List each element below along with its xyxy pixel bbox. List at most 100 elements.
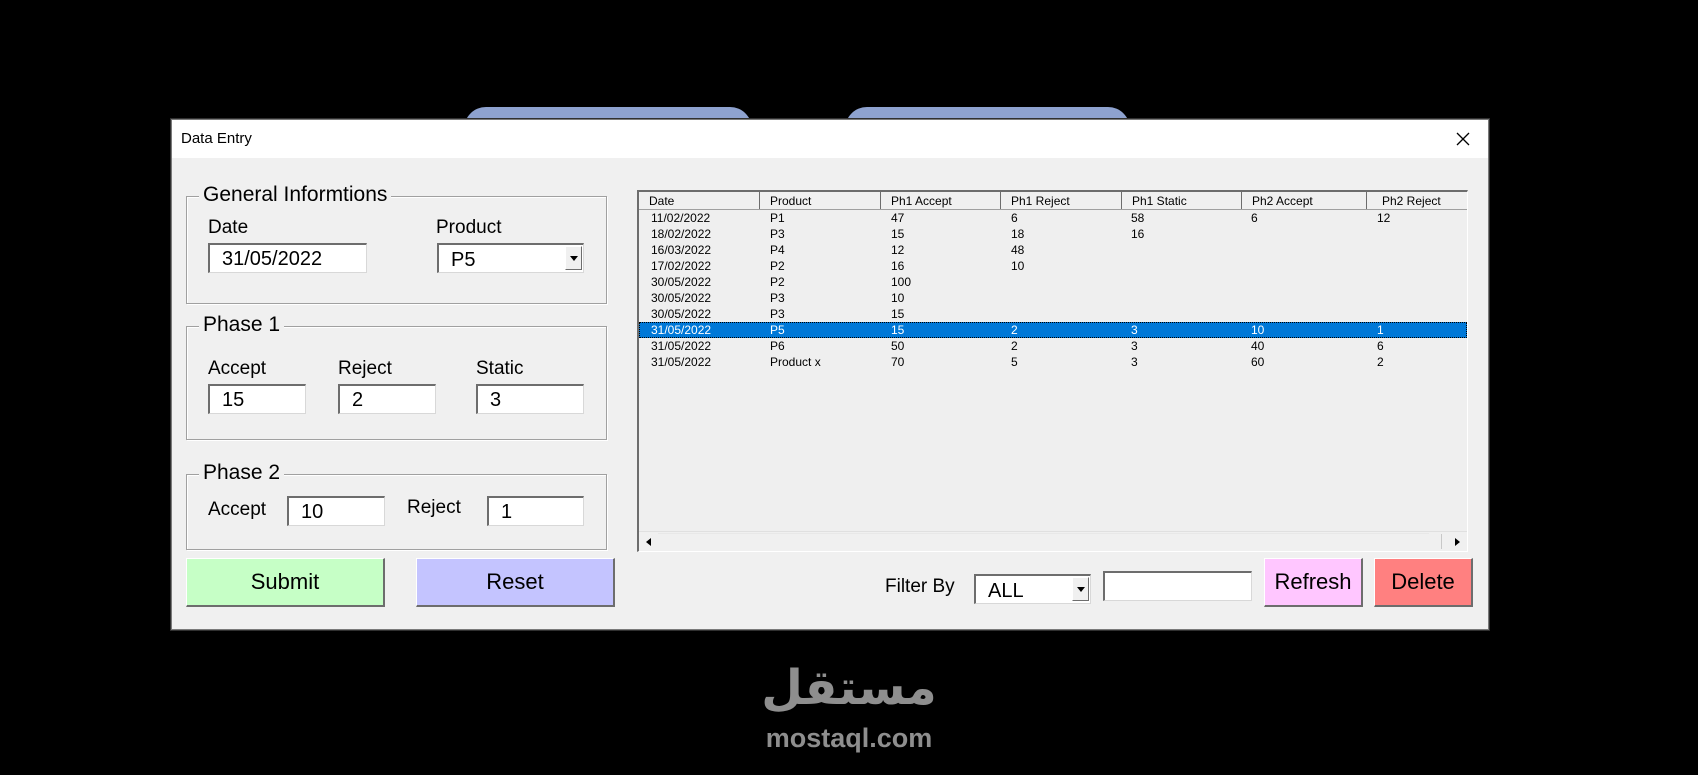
filter-combobox[interactable]: ALL bbox=[974, 574, 1091, 604]
phase1-accept-label: Accept bbox=[208, 358, 267, 379]
phase1-group: Phase 1 bbox=[186, 313, 607, 440]
table-cell: 16 bbox=[1131, 227, 1145, 241]
refresh-button[interactable]: Refresh bbox=[1264, 558, 1363, 607]
table-cell: 31/05/2022 bbox=[651, 323, 712, 337]
table-cell: 2 bbox=[1377, 355, 1384, 369]
table-cell: 31/05/2022 bbox=[651, 355, 712, 369]
table-cell: 60 bbox=[1251, 355, 1265, 369]
table-cell: P3 bbox=[770, 227, 785, 241]
date-field[interactable]: 31/05/2022 bbox=[208, 243, 367, 273]
column-header[interactable]: Ph1 Static bbox=[1121, 192, 1241, 209]
table-cell: 18 bbox=[1011, 227, 1025, 241]
reset-button[interactable]: Reset bbox=[416, 558, 615, 607]
table-row[interactable]: 17/02/2022 P2 16 10 bbox=[639, 258, 1467, 274]
table-row[interactable]: 16/03/2022 P4 12 48 bbox=[639, 242, 1467, 258]
general-info-legend: General Informtions bbox=[199, 183, 392, 207]
table-row[interactable]: 31/05/2022 Product x 70 5 3 60 2 bbox=[639, 354, 1467, 370]
phase1-reject-field[interactable]: 2 bbox=[338, 384, 436, 414]
data-entry-dialog: Data Entry General Informtions Date 31/0… bbox=[171, 119, 1489, 630]
table-cell: P2 bbox=[770, 275, 785, 289]
table-cell: 10 bbox=[1251, 323, 1265, 337]
product-dropdown-button[interactable] bbox=[565, 246, 582, 270]
phase2-legend: Phase 2 bbox=[199, 461, 285, 485]
table-row[interactable]: 11/02/2022 P1 47 6 58 6 12 bbox=[639, 210, 1467, 226]
filter-value: ALL bbox=[988, 580, 1024, 602]
column-header[interactable]: Ph1 Accept bbox=[880, 192, 1000, 209]
column-header[interactable]: Ph1 Reject bbox=[1000, 192, 1121, 209]
table-cell: 16 bbox=[891, 259, 905, 273]
chevron-down-icon bbox=[1076, 586, 1085, 592]
table-cell: 30/05/2022 bbox=[651, 275, 712, 289]
table-cell: 58 bbox=[1131, 211, 1145, 225]
phase1-static-label: Static bbox=[476, 358, 524, 379]
product-combobox[interactable]: P5 bbox=[437, 243, 584, 273]
table-cell: P5 bbox=[770, 323, 785, 337]
filter-by-label: Filter By bbox=[885, 576, 955, 597]
phase1-accept-field[interactable]: 15 bbox=[208, 384, 306, 414]
phase1-static-field[interactable]: 3 bbox=[476, 384, 584, 414]
records-listbox[interactable]: Date Product Ph1 Accept Ph1 Reject Ph1 S… bbox=[637, 190, 1468, 552]
table-cell: 70 bbox=[891, 355, 905, 369]
table-row[interactable]: 30/05/2022 P3 10 bbox=[639, 290, 1467, 306]
table-cell: 1 bbox=[1377, 323, 1384, 337]
table-cell: 15 bbox=[891, 227, 905, 241]
product-value: P5 bbox=[451, 249, 476, 271]
table-row[interactable]: 30/05/2022 P3 15 bbox=[639, 306, 1467, 322]
chevron-down-icon bbox=[569, 255, 578, 261]
phase1-reject-label: Reject bbox=[338, 358, 392, 379]
table-row[interactable]: 30/05/2022 P2 100 bbox=[639, 274, 1467, 290]
table-cell: 31/05/2022 bbox=[651, 339, 712, 353]
phase2-accept-label: Accept bbox=[208, 499, 267, 520]
scroll-right-button[interactable] bbox=[1448, 532, 1467, 551]
table-cell: P1 bbox=[770, 211, 785, 225]
horizontal-scrollbar[interactable] bbox=[639, 531, 1467, 551]
table-cell: Product x bbox=[770, 355, 821, 369]
table-cell: 48 bbox=[1011, 243, 1025, 257]
table-cell: 3 bbox=[1131, 339, 1138, 353]
table-cell: 17/02/2022 bbox=[651, 259, 712, 273]
table-cell: 16/03/2022 bbox=[651, 243, 712, 257]
close-button[interactable] bbox=[1444, 120, 1482, 158]
phase2-reject-label: Reject bbox=[407, 497, 461, 518]
table-cell: P6 bbox=[770, 339, 785, 353]
table-row[interactable]: 31/05/2022 P6 50 2 3 40 6 bbox=[639, 338, 1467, 354]
column-header[interactable]: Ph2 Reject bbox=[1366, 192, 1467, 209]
watermark-logo-latin: mostaql.com bbox=[765, 723, 933, 753]
table-cell: 6 bbox=[1251, 211, 1258, 225]
table-cell: 6 bbox=[1011, 211, 1018, 225]
table-cell: P4 bbox=[770, 243, 785, 257]
list-header: Date Product Ph1 Accept Ph1 Reject Ph1 S… bbox=[639, 192, 1467, 210]
date-label: Date bbox=[208, 217, 249, 238]
filter-dropdown-button[interactable] bbox=[1072, 577, 1089, 601]
table-cell: P2 bbox=[770, 259, 785, 273]
scroll-thumb[interactable] bbox=[658, 534, 1442, 549]
table-cell: 50 bbox=[891, 339, 905, 353]
submit-button[interactable]: Submit bbox=[186, 558, 385, 607]
delete-button[interactable]: Delete bbox=[1374, 558, 1473, 607]
arrow-right-icon bbox=[1455, 537, 1460, 546]
table-cell: 2 bbox=[1011, 323, 1018, 337]
table-cell: P3 bbox=[770, 307, 785, 321]
dialog-client-area: General Informtions Date 31/05/2022 Prod… bbox=[172, 158, 1488, 631]
column-header[interactable]: Date bbox=[639, 192, 759, 209]
close-icon bbox=[1456, 132, 1470, 146]
filter-search-field[interactable] bbox=[1103, 571, 1252, 601]
table-cell: 3 bbox=[1131, 355, 1138, 369]
phase2-reject-field[interactable]: 1 bbox=[487, 496, 584, 526]
table-row[interactable]: 18/02/2022 P3 15 18 16 bbox=[639, 226, 1467, 242]
table-cell: 100 bbox=[891, 275, 912, 289]
table-cell: 30/05/2022 bbox=[651, 307, 712, 321]
table-cell: 12 bbox=[891, 243, 905, 257]
table-row[interactable]: 31/05/2022 P5 15 2 3 10 1 bbox=[639, 322, 1467, 338]
column-header[interactable]: Product bbox=[759, 192, 880, 209]
scroll-left-button[interactable] bbox=[639, 532, 658, 551]
column-header[interactable]: Ph2 Accept bbox=[1241, 192, 1366, 209]
watermark-logo-arabic: مستقل bbox=[761, 660, 937, 716]
table-cell: P3 bbox=[770, 291, 785, 305]
table-cell: 6 bbox=[1377, 339, 1384, 353]
table-cell: 15 bbox=[891, 307, 905, 321]
table-cell: 18/02/2022 bbox=[651, 227, 712, 241]
scroll-track[interactable] bbox=[658, 533, 1442, 549]
phase1-legend: Phase 1 bbox=[199, 313, 285, 337]
phase2-accept-field[interactable]: 10 bbox=[287, 496, 385, 526]
